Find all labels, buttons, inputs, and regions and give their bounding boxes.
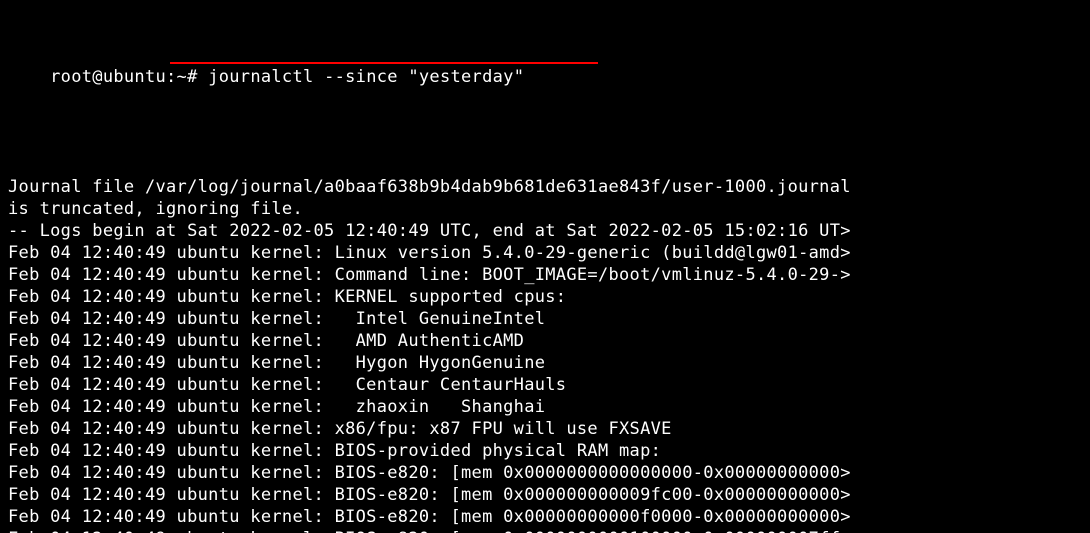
log-line: Feb 04 12:40:49 ubuntu kernel: Intel Gen… — [8, 308, 1082, 330]
log-line: Feb 04 12:40:49 ubuntu kernel: BIOS-e820… — [8, 462, 1082, 484]
log-line: Feb 04 12:40:49 ubuntu kernel: BIOS-e820… — [8, 484, 1082, 506]
log-line: Feb 04 12:40:49 ubuntu kernel: BIOS-e820… — [8, 506, 1082, 528]
log-line: is truncated, ignoring file. — [8, 198, 1082, 220]
log-line: Feb 04 12:40:49 ubuntu kernel: Hygon Hyg… — [8, 352, 1082, 374]
log-line: Feb 04 12:40:49 ubuntu kernel: KERNEL su… — [8, 286, 1082, 308]
log-line: Feb 04 12:40:49 ubuntu kernel: x86/fpu: … — [8, 418, 1082, 440]
terminal-output[interactable]: root@ubuntu:~# journalctl --since "yeste… — [0, 0, 1090, 533]
log-line: Journal file /var/log/journal/a0baaf638b… — [8, 176, 1082, 198]
log-line: -- Logs begin at Sat 2022-02-05 12:40:49… — [8, 220, 1082, 242]
prompt-line: root@ubuntu:~# journalctl --since "yeste… — [8, 44, 1082, 132]
log-lines: Journal file /var/log/journal/a0baaf638b… — [8, 176, 1082, 533]
log-line: Feb 04 12:40:49 ubuntu kernel: Command l… — [8, 264, 1082, 286]
log-line: Feb 04 12:40:49 ubuntu kernel: zhaoxin S… — [8, 396, 1082, 418]
shell-prompt: root@ubuntu:~# — [50, 67, 198, 87]
log-line: Feb 04 12:40:49 ubuntu kernel: Centaur C… — [8, 374, 1082, 396]
annotation-underline-icon — [170, 62, 598, 64]
shell-command: journalctl --since "yesterday" — [208, 67, 524, 87]
log-line: Feb 04 12:40:49 ubuntu kernel: BIOS-e820… — [8, 528, 1082, 533]
log-line: Feb 04 12:40:49 ubuntu kernel: AMD Authe… — [8, 330, 1082, 352]
log-line: Feb 04 12:40:49 ubuntu kernel: BIOS-prov… — [8, 440, 1082, 462]
log-line: Feb 04 12:40:49 ubuntu kernel: Linux ver… — [8, 242, 1082, 264]
